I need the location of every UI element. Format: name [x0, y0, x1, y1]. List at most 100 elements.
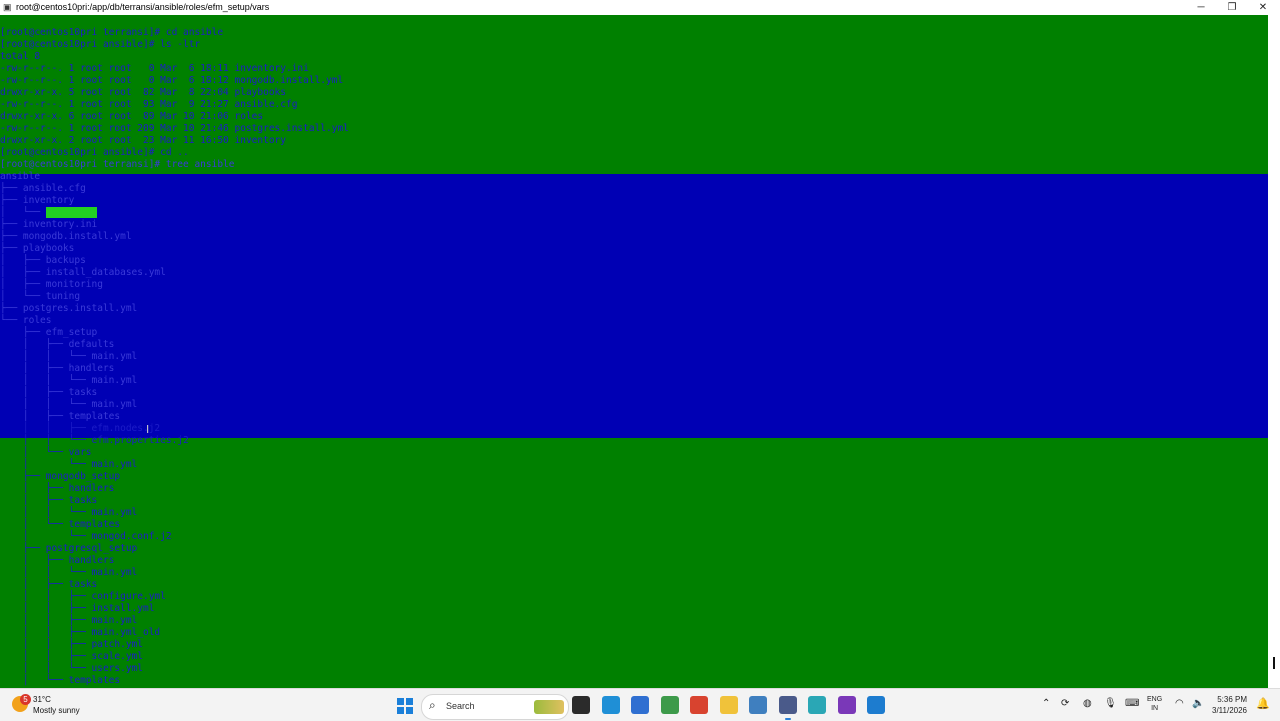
terminal-line: │ │ └── main.yml — [0, 399, 137, 411]
console-app-icon[interactable] — [867, 696, 885, 714]
volume-icon[interactable]: 🔈 — [1192, 698, 1204, 709]
chevron-up-icon[interactable]: ⌃ — [1042, 698, 1050, 709]
terminal-line: -rw-r--r--. 1 root root 93 Mar 9 21:27 a… — [0, 99, 297, 111]
highlighted-filename: hosts.ini — [45, 207, 98, 218]
terminal-line: │ │ └── users.yml — [0, 663, 143, 675]
terminal-line: ├── postgres.install.yml — [0, 303, 137, 315]
terminal-line-text: ├── ansible.cfg — [0, 183, 86, 194]
taskbar-search[interactable]: ⌕ Search — [421, 694, 569, 720]
terminal-line: [root@centos10pri ansible]# cd .. — [0, 147, 189, 159]
terminal-line-text: ├── inventory.ini — [0, 219, 98, 230]
edge-icon[interactable] — [601, 696, 620, 714]
system-clock[interactable]: 5:36 PM 3/11/2026 — [1212, 694, 1247, 716]
restore-button[interactable]: ❐ — [1217, 0, 1247, 15]
putty-icon[interactable] — [778, 696, 797, 714]
sync-icon[interactable]: ⟳ — [1061, 698, 1069, 709]
terminal-line: │ │ ├── install.yml — [0, 603, 155, 615]
putty-window-icon[interactable]: ▣ — [3, 2, 12, 12]
scrollbar-thumb[interactable] — [1273, 657, 1275, 669]
terminal-line-text: │ ├── tasks — [0, 579, 98, 590]
terminal-line: ├── postgresql_setup — [0, 543, 137, 555]
terminal-line-text: │ │ └── main.yml — [0, 399, 138, 410]
terminal-line-text: │ │ ├── scale.yml — [0, 651, 143, 662]
terminal-line: drwxr-xr-x. 5 root root 82 Mar 8 22:04 p… — [0, 87, 286, 99]
clock-date: 3/11/2026 — [1212, 706, 1247, 715]
terminal-line-text: │ ├── handlers — [0, 483, 115, 494]
terminal-line: │ │ ├── main.yml_old — [0, 627, 160, 639]
terminal-line-text: [root@centos10pri terransi]# cd ansible — [0, 27, 224, 38]
wifi-icon[interactable]: ◠ — [1175, 698, 1184, 709]
terminal-line: └── roles — [0, 315, 51, 327]
terminal-line: ├── ansible.cfg — [0, 183, 86, 195]
terminal-line-text: -rw-r--r--. 1 root root 93 Mar 9 21:27 a… — [0, 99, 298, 110]
terminal-line: │ │ ├── efm.nodes.j2 — [0, 423, 160, 435]
media-app-icon[interactable] — [837, 696, 856, 714]
terminal-line: drwxr-xr-x. 6 root root 89 Mar 10 21:06 … — [0, 111, 263, 123]
terminal-line: [root@centos10pri terransi]# cd ansible — [0, 27, 223, 39]
windows-logo-pane — [406, 698, 413, 705]
terminal-line: drwxr-xr-x. 2 root root 23 Mar 11 16:50 … — [0, 135, 286, 147]
terminal-line-text: │ │ └── main.yml — [0, 351, 138, 362]
terminal-line: │ ├── monitoring — [0, 279, 103, 291]
app-tray-icon[interactable]: ◍ — [1083, 698, 1092, 709]
terminal-scrollbar[interactable] — [1268, 15, 1280, 688]
terminal-line-text: │ ├── monitoring — [0, 279, 103, 290]
chrome-icon[interactable] — [690, 696, 708, 714]
network-app-icon[interactable] — [749, 696, 767, 714]
store-icon[interactable] — [631, 696, 649, 714]
terminal-line-text: │ │ ├── patch.yml — [0, 639, 143, 650]
terminal-line-text: drwxr-xr-x. 6 root root 89 Mar 10 21:06 … — [0, 111, 264, 122]
terminal-line: │ │ ├── main.yml — [0, 615, 137, 627]
terminal-line-text: │ │ ├── configure.yml — [0, 591, 166, 602]
search-highlight-image — [534, 700, 564, 714]
terminal-line-text: │ └── templates — [0, 519, 121, 530]
microphone-icon[interactable]: 🎙 — [1104, 698, 1117, 709]
terminal-line: [root@centos10pri ansible]# ls -ltr — [0, 39, 200, 51]
terminal-line: -rw-r--r--. 1 root root 209 Mar 10 21:46… — [0, 123, 349, 135]
terminal-line-text: [root@centos10pri ansible]# ls -ltr — [0, 39, 201, 50]
terminal-line: │ ├── install_databases.yml — [0, 267, 166, 279]
keyboard-icon[interactable]: ⌨ — [1125, 698, 1139, 709]
terminal-line: │ └── templates — [0, 675, 120, 687]
terminal-line-text: │ │ └── efm.properties.j2 — [0, 435, 189, 446]
terminal-line-text: │ ├── tasks — [0, 495, 98, 506]
close-button[interactable]: ✕ — [1248, 0, 1278, 15]
language-indicator[interactable]: ENG IN — [1147, 695, 1162, 713]
terminal-line: │ ├── tasks — [0, 579, 97, 591]
terminal-line: [root@centos10pri terransi]# tree ansibl… — [0, 159, 235, 171]
mouse-ibeam-cursor: I — [146, 423, 150, 436]
start-button[interactable] — [397, 698, 413, 714]
terminal-line-text: ├── mongodb.install.yml — [0, 231, 132, 242]
terminal-line: ansible — [0, 171, 40, 183]
weather-widget[interactable]: 5 31°C Mostly sunny — [12, 694, 112, 718]
terminal-line-text: │ │ └── main.yml — [0, 507, 138, 518]
search-icon: ⌕ — [429, 698, 436, 712]
terminal-line-text: │ ├── handlers — [0, 555, 115, 566]
terminal-line-text: drwxr-xr-x. 2 root root 23 Mar 11 16:50 … — [0, 135, 286, 146]
terminal-line-text: │ ├── handlers — [0, 363, 115, 374]
terminal-output[interactable]: [root@centos10pri terransi]# cd ansible[… — [0, 15, 1268, 688]
terminal-line-text: │ └── tuning — [0, 291, 81, 302]
terminal-line: │ ├── handlers — [0, 483, 115, 495]
terminal-line-text: -rw-r--r--. 1 root root 0 Mar 6 18:11 in… — [0, 63, 309, 74]
terminal-line: │ └── mongod.conf.j2 — [0, 531, 172, 543]
terminal-line: │ │ ├── configure.yml — [0, 591, 166, 603]
terminal-line-text: │ │ ├── main.yml_old — [0, 627, 161, 638]
terminal-app-icon[interactable] — [572, 696, 590, 714]
terminal-line-text: │ └── — [0, 207, 46, 218]
terminal-line: ├── inventory.ini — [0, 219, 97, 231]
terminal-line-text: │ ├── tasks — [0, 387, 98, 398]
terminal-line: ├── mongodb.install.yml — [0, 231, 132, 243]
terminal-line: │ └── templates — [0, 519, 120, 531]
terminal-line: │ │ └── main.yml — [0, 507, 137, 519]
terminal-line-text: ├── postgresql_setup — [0, 543, 138, 554]
terminal-line-text: drwxr-xr-x. 5 root root 82 Mar 8 22:04 p… — [0, 87, 286, 98]
search-label: Search — [446, 701, 475, 711]
terminal-line: ├── inventory — [0, 195, 74, 207]
minimize-button[interactable]: ─ — [1186, 0, 1216, 15]
terminal-line: │ ├── tasks — [0, 387, 97, 399]
notification-bell-icon[interactable]: 🔔 — [1256, 697, 1270, 710]
editor-icon[interactable] — [660, 696, 679, 714]
file-explorer-icon[interactable] — [719, 696, 738, 714]
ssh-client-icon[interactable] — [808, 696, 826, 714]
